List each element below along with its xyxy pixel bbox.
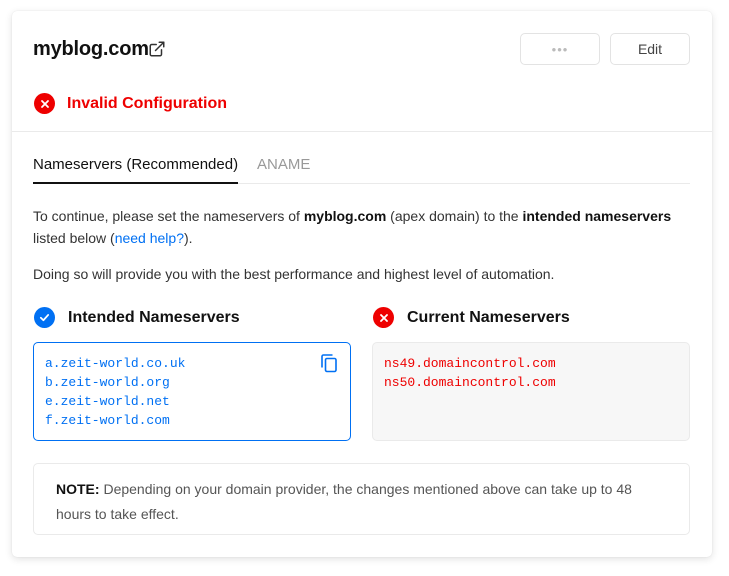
current-heading: Current Nameservers	[373, 307, 570, 328]
instructions-text: ).	[184, 230, 193, 246]
nameserver-item: b.zeit-world.org	[45, 375, 170, 390]
instructions-paragraph: To continue, please set the nameservers …	[33, 205, 690, 249]
note-box: NOTE: Depending on your domain provider,…	[33, 463, 690, 535]
edit-button[interactable]: Edit	[610, 33, 690, 65]
external-link-icon[interactable]	[148, 40, 166, 58]
more-options-button[interactable]: •••	[520, 33, 600, 65]
nameserver-item: f.zeit-world.com	[45, 413, 170, 428]
copy-icon[interactable]	[320, 353, 338, 373]
check-circle-icon	[34, 307, 55, 328]
instructions-text: To continue, please set the nameservers …	[33, 208, 304, 224]
current-nameservers-box: ns49.domaincontrol.com ns50.domaincontro…	[372, 342, 690, 441]
status-row: Invalid Configuration	[34, 93, 227, 114]
x-circle-icon	[34, 93, 55, 114]
note-label: NOTE:	[56, 481, 100, 497]
tab-bar: Nameservers (Recommended) ANAME	[33, 156, 690, 184]
tab-aname[interactable]: ANAME	[257, 156, 310, 184]
domain-card: myblog.com ••• Edit Invalid Configuratio…	[12, 11, 712, 557]
tab-nameservers[interactable]: Nameservers (Recommended)	[33, 156, 239, 184]
intended-nameservers-box: a.zeit-world.co.uk b.zeit-world.org e.ze…	[33, 342, 351, 441]
domain-title: myblog.com	[33, 38, 149, 60]
note-text: Depending on your domain provider, the c…	[56, 481, 632, 522]
instructions-text: (apex domain) to the	[386, 208, 523, 224]
intended-title: Intended Nameservers	[68, 308, 240, 326]
automation-paragraph: Doing so will provide you with the best …	[33, 266, 555, 282]
nameserver-item: ns50.domaincontrol.com	[384, 375, 556, 390]
current-title: Current Nameservers	[407, 308, 570, 326]
status-text: Invalid Configuration	[67, 94, 227, 112]
x-circle-icon	[373, 307, 394, 328]
nameserver-item: e.zeit-world.net	[45, 394, 170, 409]
instructions-domain: myblog.com	[303, 208, 387, 224]
nameserver-item: a.zeit-world.co.uk	[45, 356, 186, 371]
need-help-link[interactable]: need help?	[115, 230, 184, 246]
nameserver-item: ns49.domaincontrol.com	[384, 356, 556, 371]
intended-heading: Intended Nameservers	[34, 307, 240, 328]
card-header: myblog.com ••• Edit Invalid Configuratio…	[12, 11, 712, 132]
instructions-intended: intended nameservers	[522, 208, 672, 224]
instructions-text: listed below (	[33, 230, 115, 246]
